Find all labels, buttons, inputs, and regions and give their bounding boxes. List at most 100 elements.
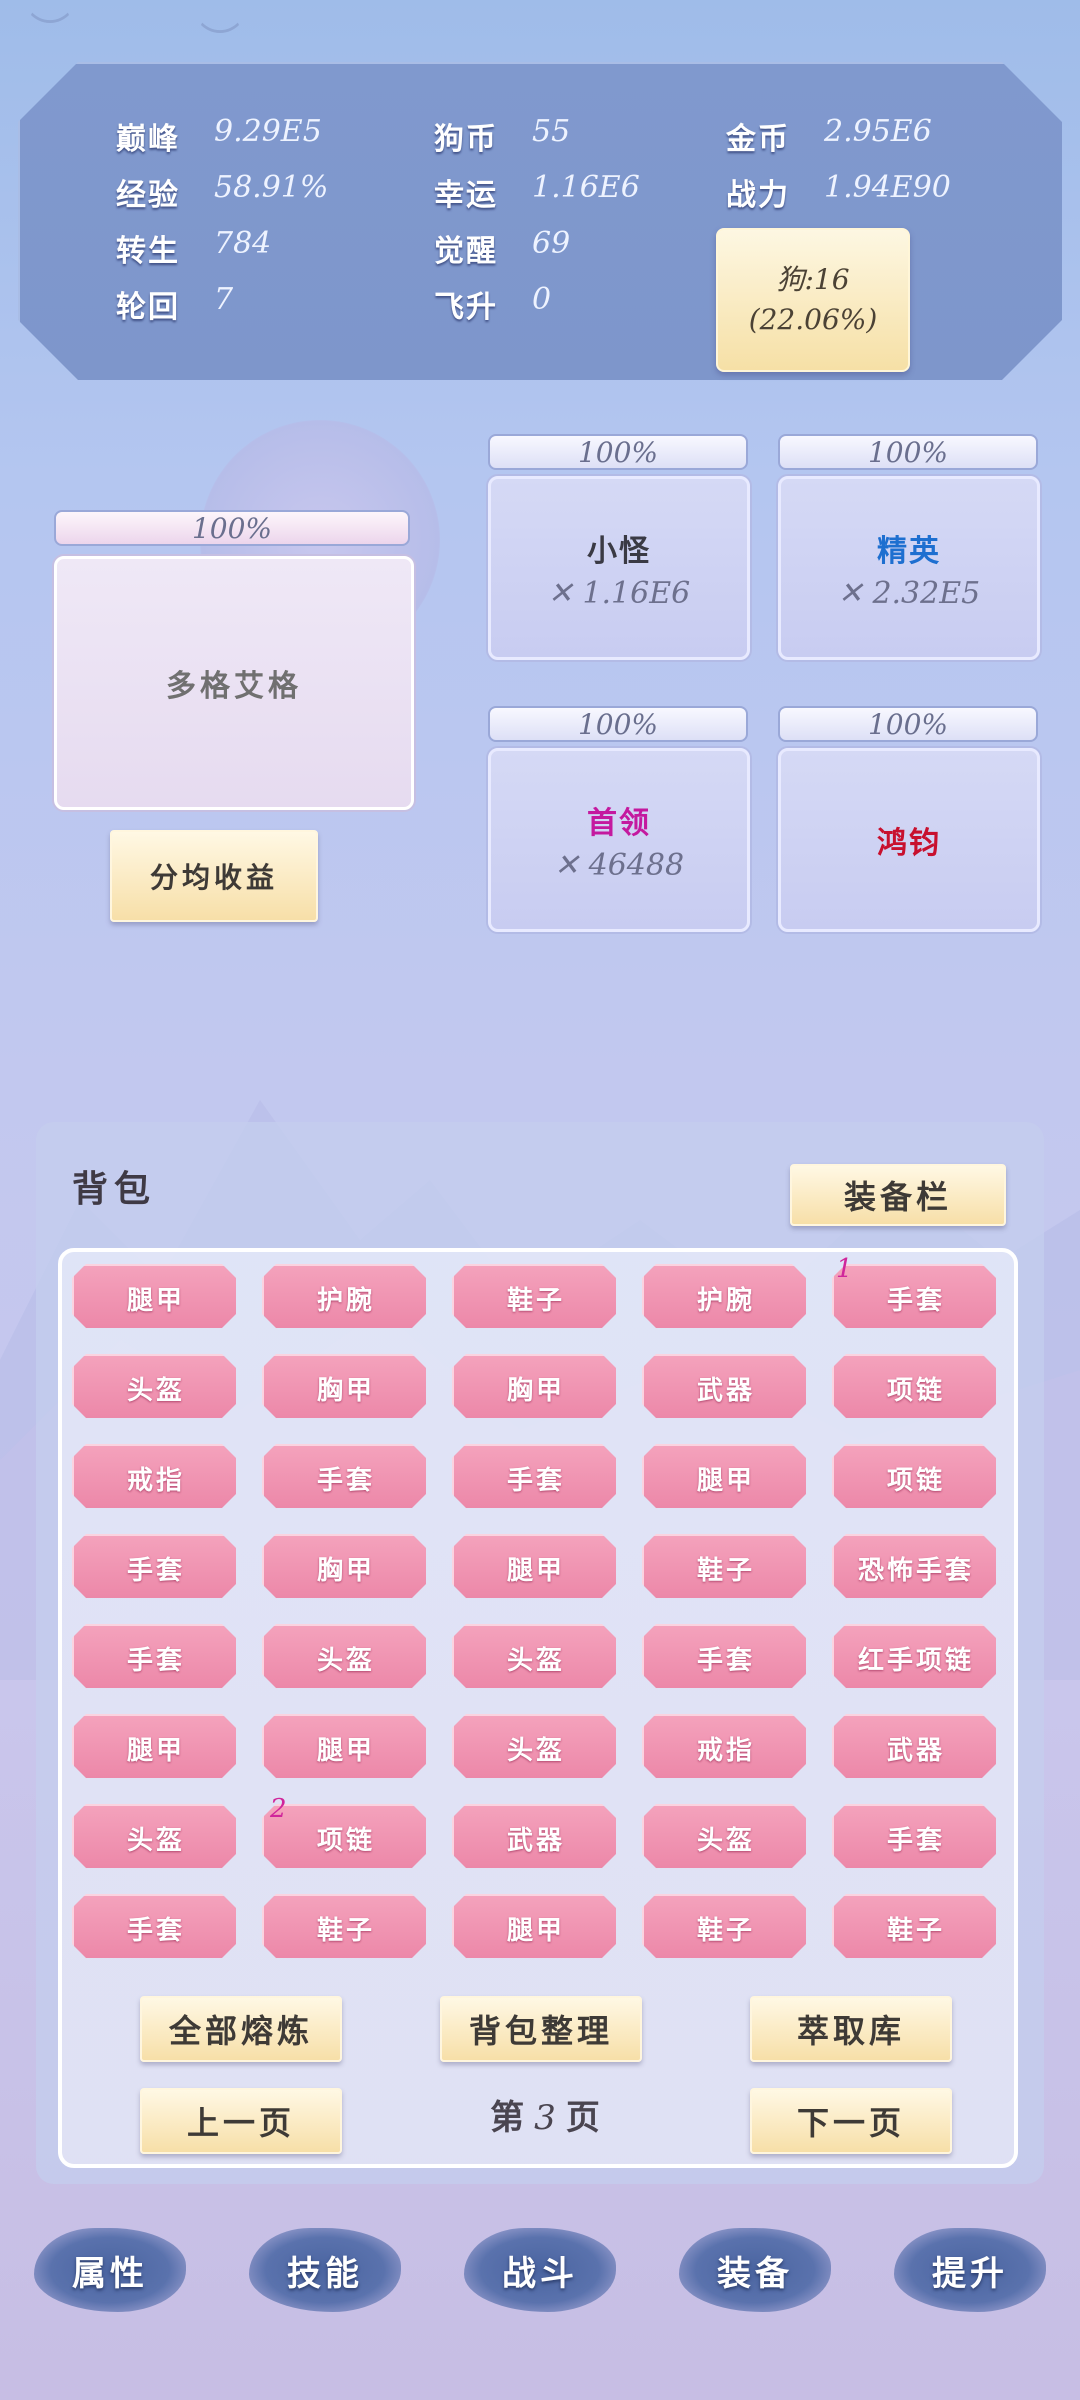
bird-decoration: ︶	[200, 20, 240, 66]
small-monster-name: 小怪	[587, 533, 651, 569]
luck-value: 1.16E6	[532, 170, 640, 205]
exp-label: 经验	[116, 178, 180, 213]
backpack-item[interactable]: 戒指	[642, 1714, 806, 1778]
dog-count: 狗:16	[776, 263, 850, 296]
backpack-item[interactable]: 手套	[72, 1624, 236, 1688]
page-prefix: 第	[490, 2098, 529, 2138]
backpack-item[interactable]: 胸甲	[262, 1534, 426, 1598]
power-label: 战力	[726, 178, 790, 213]
backpack-item[interactable]: 头盔	[262, 1624, 426, 1688]
backpack-item[interactable]: 手套	[72, 1534, 236, 1598]
nav-skills[interactable]: 技能	[245, 2218, 405, 2322]
boss-card[interactable]: 首领 ✕ 46488	[488, 748, 750, 932]
backpack-item[interactable]: 鞋子	[832, 1894, 996, 1958]
backpack-item[interactable]: 头盔	[452, 1714, 616, 1778]
backpack-item[interactable]: 头盔	[642, 1804, 806, 1868]
ascend-value: 0	[532, 282, 552, 317]
dog-coin-value: 55	[532, 114, 571, 149]
exp-value: 58.91%	[214, 170, 329, 205]
backpack-item[interactable]: 恐怖手套	[832, 1534, 996, 1598]
backpack-item[interactable]: 腿甲	[642, 1444, 806, 1508]
nav-battle[interactable]: 战斗	[460, 2218, 620, 2322]
awaken-label: 觉醒	[434, 234, 498, 269]
boss-progress: 100%	[488, 706, 748, 742]
power-value: 1.94E90	[824, 170, 951, 205]
item-count-badge: 1	[836, 1254, 853, 1284]
dog-card[interactable]: 狗:16 (22.06%)	[716, 228, 910, 372]
backpack-item[interactable]: 武器	[452, 1804, 616, 1868]
hongjun-name: 鸿钧	[877, 826, 941, 861]
backpack-item[interactable]: 腿甲	[452, 1894, 616, 1958]
bird-decoration: ︶	[30, 10, 70, 56]
backpack-item[interactable]: 鞋子	[642, 1894, 806, 1958]
backpack-item[interactable]: 项链	[832, 1444, 996, 1508]
ascend-label: 飞升	[434, 290, 498, 325]
gold-value: 2.95E6	[824, 114, 932, 149]
backpack-item[interactable]: 武器	[642, 1354, 806, 1418]
backpack-item[interactable]: 武器	[832, 1714, 996, 1778]
main-monster-progress: 100%	[54, 510, 410, 546]
boss-name: 首领	[587, 805, 651, 841]
smelt-all-button[interactable]: 全部熔炼	[140, 1996, 342, 2062]
item-count-badge: 2	[270, 1794, 287, 1824]
small-monster-count: ✕ 1.16E6	[547, 575, 691, 611]
backpack-item[interactable]: 护腕	[642, 1264, 806, 1328]
backpack-item[interactable]: 手套	[72, 1894, 236, 1958]
backpack-item[interactable]: 胸甲	[452, 1354, 616, 1418]
elite-name: 精英	[877, 533, 941, 569]
backpack-item[interactable]: 腿甲	[72, 1264, 236, 1328]
backpack-item[interactable]: 护腕	[262, 1264, 426, 1328]
main-monster-card[interactable]: 多格艾格	[54, 556, 414, 810]
extract-storage-button[interactable]: 萃取库	[750, 1996, 952, 2062]
backpack-item[interactable]: 手套	[642, 1624, 806, 1688]
cycle-value: 7	[214, 282, 234, 317]
luck-label: 幸运	[434, 178, 498, 213]
hongjun-progress: 100%	[778, 706, 1038, 742]
share-earnings-button[interactable]: 分均收益	[110, 830, 318, 922]
organize-backpack-button[interactable]: 背包整理	[440, 1996, 642, 2062]
backpack-item[interactable]: 红手项链	[832, 1624, 996, 1688]
awaken-value: 69	[532, 226, 571, 261]
boss-count: ✕ 46488	[553, 847, 685, 883]
backpack-item[interactable]: 头盔	[452, 1624, 616, 1688]
backpack-item[interactable]: 腿甲	[262, 1714, 426, 1778]
next-page-button[interactable]: 下一页	[750, 2088, 952, 2154]
backpack-item[interactable]: 头盔	[72, 1804, 236, 1868]
backpack-item[interactable]: 手套	[262, 1444, 426, 1508]
backpack-item[interactable]: 腿甲	[72, 1714, 236, 1778]
elite-count: ✕ 2.32E5	[837, 575, 981, 611]
backpack-item[interactable]: 项链	[832, 1354, 996, 1418]
nav-attributes[interactable]: 属性	[30, 2218, 190, 2322]
backpack-item[interactable]: 手套	[452, 1444, 616, 1508]
elite-card[interactable]: 精英 ✕ 2.32E5	[778, 476, 1040, 660]
nav-upgrade[interactable]: 提升	[890, 2218, 1050, 2322]
cycle-label: 轮回	[116, 290, 180, 325]
page-number: 3	[534, 2098, 560, 2138]
hongjun-card[interactable]: 鸿钧	[778, 748, 1040, 932]
rebirth-label: 转生	[116, 234, 180, 269]
backpack-item[interactable]: 鞋子	[452, 1264, 616, 1328]
backpack-item[interactable]: 手套	[832, 1804, 996, 1868]
peak-value: 9.29E5	[214, 114, 322, 149]
rebirth-value: 784	[214, 226, 272, 261]
small-monster-card[interactable]: 小怪 ✕ 1.16E6	[488, 476, 750, 660]
small-monster-progress: 100%	[488, 434, 748, 470]
prev-page-button[interactable]: 上一页	[140, 2088, 342, 2154]
backpack-item[interactable]: 手套	[832, 1264, 996, 1328]
backpack-item[interactable]: 鞋子	[262, 1894, 426, 1958]
peak-label: 巅峰	[116, 122, 180, 157]
page-indicator: 第3页	[472, 2090, 622, 2139]
elite-progress: 100%	[778, 434, 1038, 470]
backpack-item[interactable]: 项链	[262, 1804, 426, 1868]
nav-equipment[interactable]: 装备	[675, 2218, 835, 2322]
backpack-item[interactable]: 胸甲	[262, 1354, 426, 1418]
equipment-bar-button[interactable]: 装备栏	[790, 1164, 1006, 1226]
gold-label: 金币	[726, 122, 790, 157]
backpack-title: 背包	[72, 1169, 157, 1210]
backpack-item[interactable]: 头盔	[72, 1354, 236, 1418]
backpack-item[interactable]: 鞋子	[642, 1534, 806, 1598]
page-suffix: 页	[565, 2098, 604, 2138]
dog-percent: (22.06%)	[748, 303, 878, 336]
backpack-item[interactable]: 戒指	[72, 1444, 236, 1508]
backpack-item[interactable]: 腿甲	[452, 1534, 616, 1598]
